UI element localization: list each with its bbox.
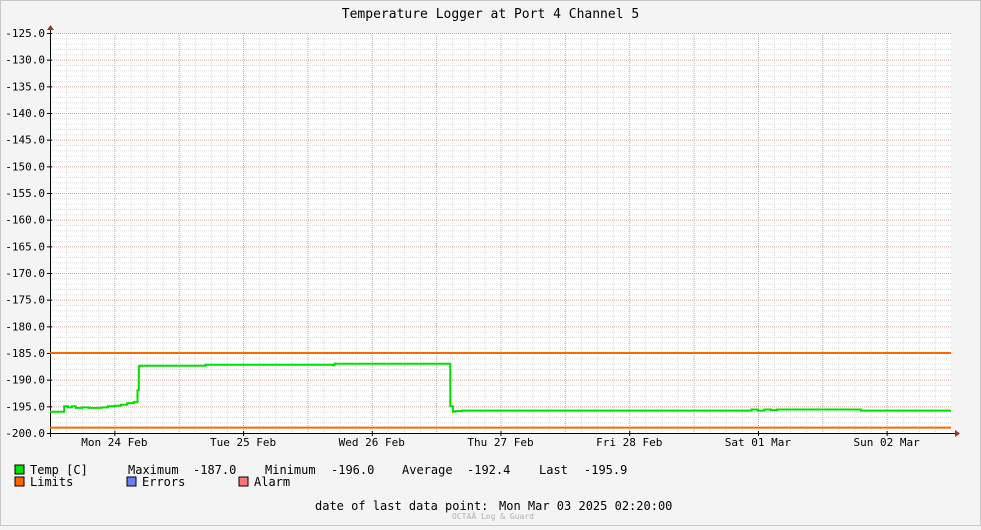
chart-svg: -125.0 -130.0 -135.0 -140.0 -145.0 -150.0 -155… <box>0 0 981 526</box>
legend-swatch-alarm <box>238 476 249 487</box>
legend-swatch-limits <box>14 476 25 487</box>
x-tick-label: Fri 28 Feb <box>596 436 662 449</box>
legend-label-alarm: Alarm <box>254 475 290 489</box>
watermark: OCTAÄ Log & Guard <box>452 511 534 521</box>
stat-last-label: Last <box>539 463 568 477</box>
last-data-point-value: Mon Mar 03 2025 02:20:00 <box>499 499 672 513</box>
legend-label-limits: Limits <box>30 475 73 489</box>
x-tick-label: Thu 27 Feb <box>467 436 533 449</box>
last-data-point-label: date of last data point: <box>315 499 488 513</box>
y-tick-label: -125.0 <box>5 27 45 40</box>
chart-title: Temperature Logger at Port 4 Channel 5 <box>342 7 639 22</box>
y-tick-label: -165.0 <box>5 240 45 253</box>
y-tick-label: -140.0 <box>5 107 45 120</box>
stat-last-value: -195.9 <box>584 463 627 477</box>
x-tick-label: Mon 24 Feb <box>81 436 147 449</box>
y-tick-label: -175.0 <box>5 294 45 307</box>
y-tick-label: -150.0 <box>5 160 45 173</box>
y-tick-label: -180.0 <box>5 320 45 333</box>
chart: -125.0 -130.0 -135.0 -140.0 -145.0 -150.0 -155… <box>0 0 981 526</box>
y-tick-label: -160.0 <box>5 214 45 227</box>
legend-swatch-temp <box>14 464 25 475</box>
y-tick-label: -135.0 <box>5 80 45 93</box>
x-tick-label: Tue 25 Feb <box>210 436 276 449</box>
legend-label-errors: Errors <box>142 475 185 489</box>
stat-maximum-value: -187.0 <box>193 463 236 477</box>
y-tick-label: -155.0 <box>5 187 45 200</box>
y-tick-label: -145.0 <box>5 134 45 147</box>
x-tick-label: Sat 01 Mar <box>725 436 792 449</box>
stat-average-label: Average <box>402 463 453 477</box>
y-tick-label: -130.0 <box>5 54 45 67</box>
y-tick-label: -195.0 <box>5 400 45 413</box>
x-tick-label: Sun 02 Mar <box>854 436 921 449</box>
y-tick-label: -200.0 <box>5 427 45 440</box>
y-tick-label: -170.0 <box>5 267 45 280</box>
y-tick-label: -185.0 <box>5 347 45 360</box>
stat-minimum-value: -196.0 <box>331 463 374 477</box>
stat-average-value: -192.4 <box>467 463 510 477</box>
legend-swatch-errors <box>126 476 137 487</box>
x-tick-label: Wed 26 Feb <box>339 436 405 449</box>
y-tick-label: -190.0 <box>5 374 45 387</box>
